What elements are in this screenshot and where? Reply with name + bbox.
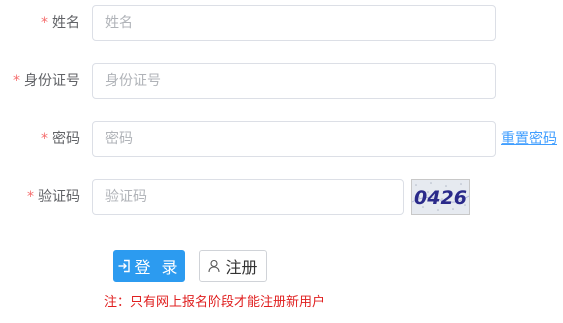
captcha-text: 0426 <box>414 187 467 209</box>
register-button-label: 注册 <box>225 258 258 277</box>
captcha-image[interactable]: 0426 <box>411 179 470 215</box>
login-icon <box>117 259 131 273</box>
login-button[interactable]: 登 录 <box>113 250 185 282</box>
registration-note: 注：只有网上报名阶段才能注册新用户 <box>104 295 326 310</box>
required-mark: * <box>13 73 20 89</box>
name-row: * 姓名 <box>0 5 563 41</box>
register-button[interactable]: 注册 <box>199 250 267 282</box>
reset-password-link[interactable]: 重置密码 <box>501 121 557 157</box>
required-mark: * <box>27 189 34 205</box>
login-button-label: 登 录 <box>134 258 181 277</box>
required-mark: * <box>41 131 48 147</box>
password-row: * 密码 重置密码 <box>0 121 563 157</box>
captcha-row: *验证码 0426 <box>0 179 563 215</box>
name-input[interactable] <box>92 5 496 41</box>
password-input[interactable] <box>92 121 496 157</box>
captcha-graphic: 0426 <box>412 180 469 214</box>
captcha-label: * 验证码 <box>27 189 80 205</box>
id-number-label: * 身份证号 <box>13 73 80 89</box>
user-icon <box>208 259 222 273</box>
login-form: *姓名 *身份证号 *密码 重置密码 *验证码 0426 <box>0 0 563 323</box>
name-label: * 姓名 <box>41 15 80 31</box>
password-label: * 密码 <box>41 131 80 147</box>
id-number-input[interactable] <box>92 63 496 99</box>
id-number-row: * 身份证号 <box>0 63 563 99</box>
captcha-input[interactable] <box>92 179 404 215</box>
required-mark: * <box>41 15 48 31</box>
